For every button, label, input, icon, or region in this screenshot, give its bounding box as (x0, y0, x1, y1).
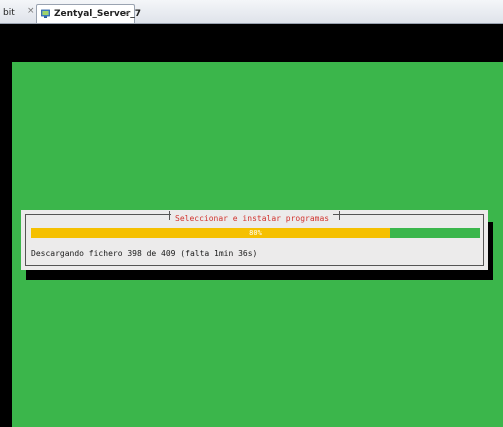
tab-bar: bit × Zentyal_Server_7 × (0, 0, 503, 24)
close-icon[interactable]: × (122, 5, 130, 23)
install-progress-dialog: Seleccionar e instalar programas 80% Des… (21, 210, 488, 270)
progress-bar: 80% (31, 228, 480, 238)
progress-percent-label: 80% (249, 229, 262, 237)
download-status-text: Descargando fichero 398 de 409 (falta 1m… (31, 249, 258, 258)
dialog-title: Seleccionar e instalar programas (171, 213, 334, 225)
tab-previous[interactable]: bit (0, 4, 30, 23)
title-divider-left (169, 211, 170, 220)
virtual-machine-icon (41, 9, 50, 18)
close-icon[interactable]: × (27, 5, 35, 17)
title-divider-right (339, 211, 340, 220)
tab-previous-label: bit (3, 8, 15, 18)
tab-zentyal-server[interactable]: Zentyal_Server_7 × (36, 4, 141, 23)
